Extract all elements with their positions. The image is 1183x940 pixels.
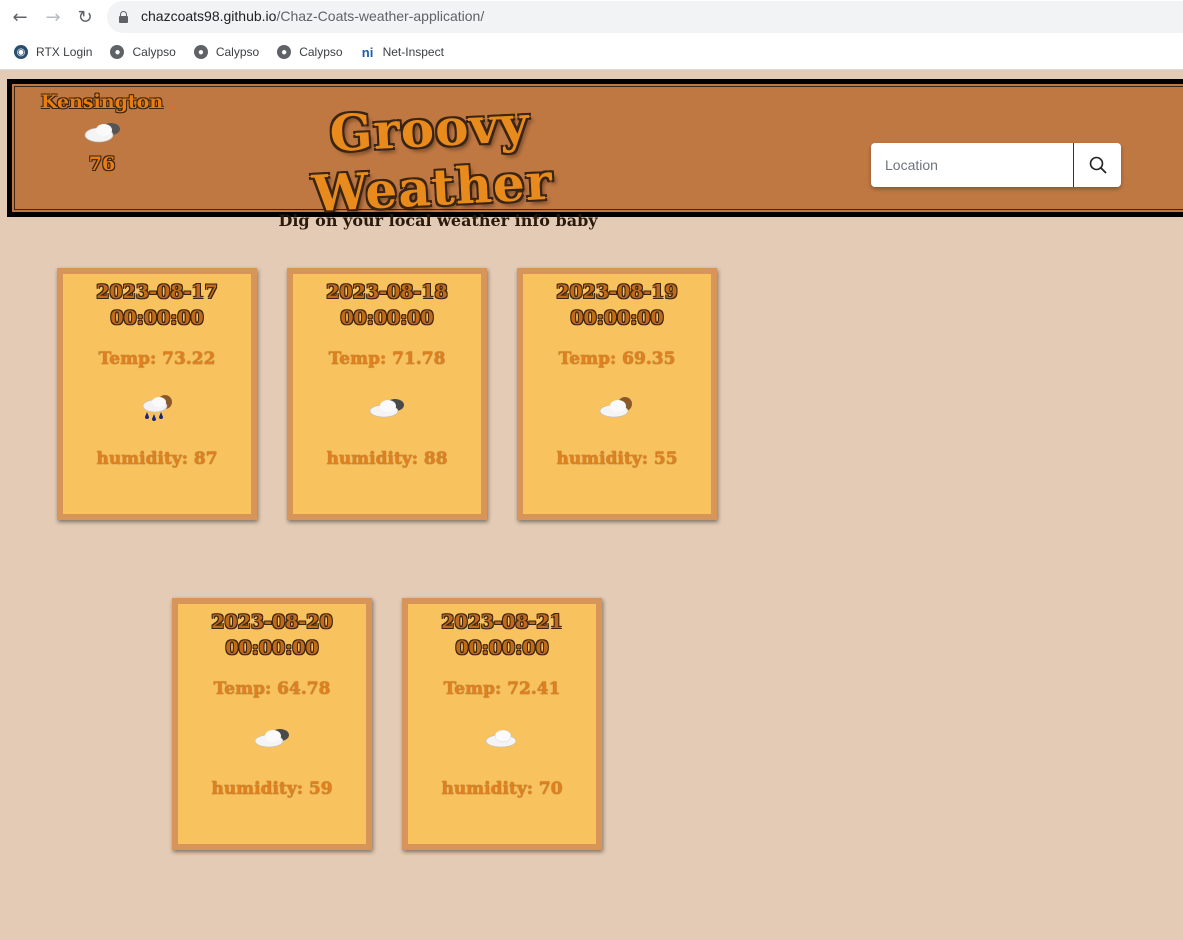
forecast-time: 00:00:00 — [225, 637, 319, 659]
reload-icon[interactable]: ↻ — [74, 6, 96, 28]
forecast-time: 00:00:00 — [455, 637, 549, 659]
bookmarks-bar: ◉ RTX Login ● Calypso ● Calypso ● Calypso ni… — [0, 40, 448, 64]
forecast-humidity: humidity: 70 — [441, 779, 563, 799]
back-arrow-icon[interactable]: ← — [9, 6, 31, 28]
bookmark-calypso-3[interactable]: ● Calypso — [277, 45, 343, 59]
bookmark-label: Calypso — [132, 45, 176, 59]
forecast-humidity: humidity: 55 — [556, 449, 678, 469]
forecast-humidity: humidity: 87 — [96, 449, 218, 469]
forecast-date: 2023-08-18 — [326, 281, 448, 303]
bookmark-label: Calypso — [215, 45, 260, 59]
cloud-night-icon — [523, 379, 711, 437]
search-button[interactable] — [1074, 143, 1121, 187]
search-icon — [1089, 156, 1107, 174]
forecast-card: 2023-08-21 00:00:00 Temp: 72.41 humidity… — [402, 598, 602, 850]
forecast-humidity: humidity: 88 — [326, 449, 448, 469]
cloud-night-icon — [178, 709, 366, 767]
cloud-night-icon — [293, 379, 481, 437]
forecast-card: 2023-08-20 00:00:00 Temp: 64.78 humidity… — [172, 598, 372, 850]
forward-arrow-icon[interactable]: → — [42, 6, 64, 28]
forecast-card: 2023-08-19 00:00:00 Temp: 69.35 humidity… — [517, 268, 717, 520]
forecast-date: 2023-08-19 — [556, 281, 678, 303]
forecast-date: 2023-08-20 — [211, 611, 333, 633]
title-block: Groovy Weather Dig on your local weather… — [211, 94, 651, 230]
url-path: /Chaz-Coats-weather-application/ — [276, 8, 485, 24]
forecast-card: 2023-08-17 00:00:00 Temp: 73.22 humidity… — [57, 268, 257, 520]
bookmark-net-inspect[interactable]: ni Net-Inspect — [361, 44, 444, 60]
cloud-icon — [408, 709, 596, 767]
rain-night-icon — [63, 379, 251, 437]
globe-icon: ● — [193, 45, 208, 59]
browser-chrome: ← → ↻ chazcoats98.github.io/Chaz-Coats-w… — [0, 0, 1183, 70]
globe-icon: ● — [277, 45, 292, 59]
net-inspect-icon: ni — [361, 44, 374, 60]
forecast-time: 00:00:00 — [110, 307, 204, 329]
app-title: Groovy Weather — [310, 93, 555, 224]
lock-icon — [119, 11, 128, 23]
bookmark-calypso-2[interactable]: ● Calypso — [193, 45, 260, 59]
forecast-date: 2023-08-21 — [441, 611, 563, 633]
current-temp: 76 — [88, 153, 116, 175]
header-banner: Kensington 76 Groovy Weather Dig on your… — [7, 79, 1183, 230]
forecast-temp: Temp: 64.78 — [213, 679, 331, 699]
forecast-temp: Temp: 73.22 — [98, 349, 216, 369]
bookmark-label: Net-Inspect — [382, 45, 444, 59]
location-input[interactable] — [871, 143, 1074, 187]
forecast-card: 2023-08-18 00:00:00 Temp: 71.78 humidity… — [287, 268, 487, 520]
forecast-time: 00:00:00 — [570, 307, 664, 329]
current-weather: Kensington 76 — [31, 91, 173, 175]
bookmark-rtx-login[interactable]: ◉ RTX Login — [14, 45, 92, 59]
rtx-icon: ◉ — [14, 45, 28, 59]
url-host: chazcoats98.github.io — [141, 8, 277, 24]
search-form — [871, 143, 1121, 187]
address-bar[interactable]: chazcoats98.github.io/Chaz-Coats-weather… — [107, 1, 1183, 33]
url-text: chazcoats98.github.io/Chaz-Coats-weather… — [141, 8, 484, 24]
forecast-time: 00:00:00 — [340, 307, 434, 329]
bookmark-label: RTX Login — [36, 45, 93, 59]
forecast-temp: Temp: 69.35 — [558, 349, 676, 369]
forecast-temp: Temp: 71.78 — [328, 349, 446, 369]
bookmark-label: Calypso — [299, 45, 343, 59]
partly-cloudy-icon — [31, 113, 173, 151]
globe-icon: ● — [110, 45, 125, 59]
city-name: Kensington — [40, 91, 164, 113]
forecast-temp: Temp: 72.41 — [443, 679, 561, 699]
forecast-date: 2023-08-17 — [96, 281, 218, 303]
forecast-humidity: humidity: 59 — [211, 779, 333, 799]
bookmark-calypso-1[interactable]: ● Calypso — [110, 45, 176, 59]
